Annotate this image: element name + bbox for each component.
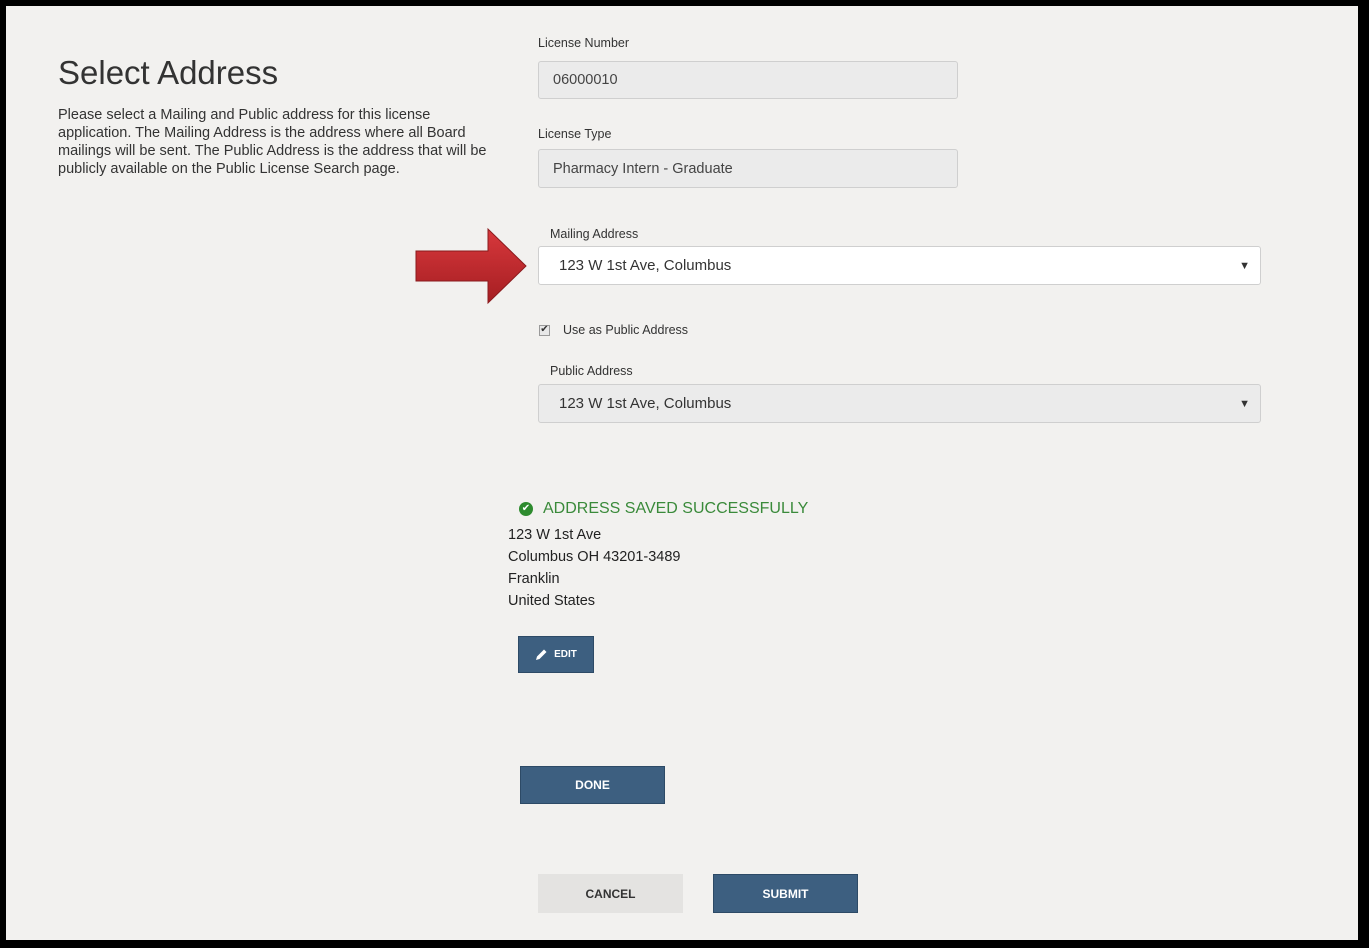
pencil-icon [536,649,547,660]
public-address-select[interactable]: 123 W 1st Ave, Columbus ▼ [538,384,1261,423]
done-button[interactable]: DONE [520,766,665,804]
use-as-public-checkbox[interactable]: ✔ [539,324,550,336]
public-address-label: Public Address [550,364,633,378]
saved-address-block: 123 W 1st Ave Columbus OH 43201-3489 Fra… [508,524,681,612]
address-line: 123 W 1st Ave [508,527,602,543]
caret-down-icon: ▼ [1239,259,1250,272]
submit-label: SUBMIT [762,886,809,901]
cancel-label: CANCEL [585,886,636,901]
address-line: Columbus OH 43201-3489 [508,549,681,565]
mailing-address-select[interactable]: 123 W 1st Ave, Columbus ▼ [538,246,1261,285]
save-status-message: ADDRESS SAVED SUCCESSFULLY [543,500,809,517]
public-address-value: 123 W 1st Ave, Columbus [559,395,732,412]
submit-button[interactable]: SUBMIT [713,874,858,913]
save-status: ✔ ADDRESS SAVED SUCCESSFULLY [519,500,808,518]
mailing-address-value: 123 W 1st Ave, Columbus [559,257,732,274]
red-arrow-annotation [415,227,527,305]
page-frame: Select Address Please select a Mailing a… [6,6,1358,940]
address-line: Franklin [508,571,560,587]
page-description: Please select a Mailing and Public addre… [58,107,487,177]
cancel-button[interactable]: CANCEL [538,874,683,913]
license-number-field: 06000010 [538,61,958,99]
license-type-label: License Type [538,127,612,141]
use-as-public-row[interactable]: ✔ Use as Public Address [539,323,688,337]
license-number-label: License Number [538,36,630,50]
done-label: DONE [575,778,610,792]
mailing-address-label: Mailing Address [550,227,639,241]
edit-label: EDIT [554,649,577,660]
edit-button[interactable]: EDIT [518,636,594,673]
caret-down-icon: ▼ [1239,397,1250,410]
license-type-field: Pharmacy Intern - Graduate [538,149,958,188]
page-title: Select Address [58,54,279,91]
check-circle-icon: ✔ [519,502,533,516]
address-line: United States [508,593,596,609]
use-as-public-label: Use as Public Address [563,323,689,337]
